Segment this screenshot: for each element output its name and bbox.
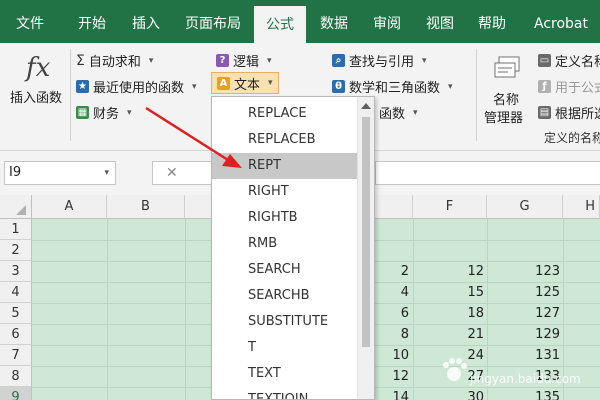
- baidu-paw-icon: [443, 358, 467, 381]
- annotation-arrow-icon: [145, 106, 242, 168]
- watermark-text: jingyan.baidu.com: [470, 372, 581, 386]
- excel-window: 文件 开始 插入 页面布局 公式 数据 审阅 视图 帮助 Acrobat fx …: [0, 0, 600, 400]
